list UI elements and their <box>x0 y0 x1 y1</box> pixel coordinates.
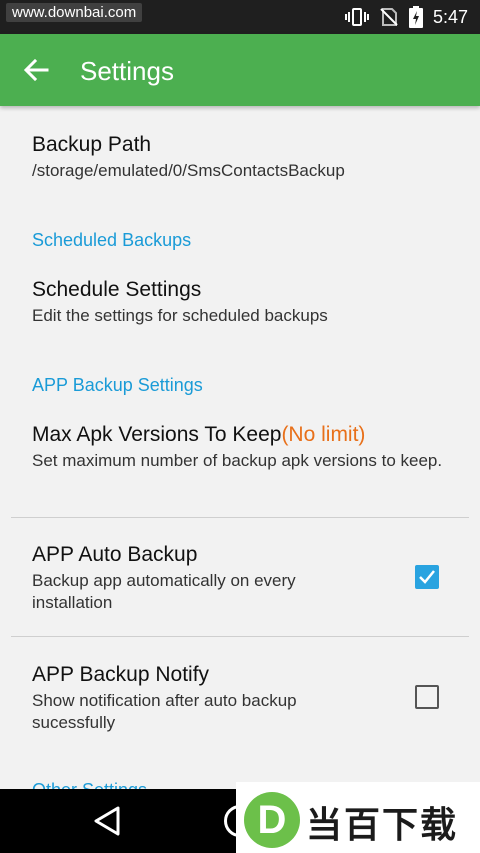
category-app-backup-settings: APP Backup Settings <box>32 375 203 395</box>
vibrate-icon <box>344 8 369 26</box>
backup-path-summary: /storage/emulated/0/SmsContactsBackup <box>32 161 345 180</box>
app-auto-backup-item[interactable]: APP Auto Backup Backup app automatically… <box>32 542 372 614</box>
brand-logo: D <box>244 792 300 848</box>
divider <box>11 636 469 637</box>
schedule-settings-summary: Edit the settings for scheduled backups <box>32 306 328 325</box>
status-bar: www.downbai.com 5:47 <box>0 0 480 34</box>
brand-text: 当百下载 <box>306 804 459 845</box>
no-sim-icon <box>380 8 398 26</box>
app-bar: Settings <box>0 34 480 106</box>
max-apk-label: Max Apk Versions To Keep <box>32 423 282 446</box>
back-triangle-icon[interactable] <box>92 805 122 837</box>
max-apk-versions-item[interactable]: Max Apk Versions To Keep(No limit) Set m… <box>32 422 452 472</box>
category-other-settings: Other Settings <box>32 780 147 789</box>
app-auto-backup-summary: Backup app automatically on every instal… <box>32 571 296 612</box>
arrow-left-icon <box>23 59 49 81</box>
app-backup-notify-checkbox[interactable] <box>415 685 439 709</box>
schedule-settings-title: Schedule Settings <box>32 278 202 301</box>
max-apk-versions-summary: Set maximum number of backup apk version… <box>32 451 443 470</box>
back-button[interactable] <box>18 52 54 88</box>
brand-watermark: D 当百下载 <box>236 782 480 853</box>
battery-charging-icon <box>408 6 423 28</box>
backup-path-item[interactable]: Backup Path /storage/emulated/0/SmsConta… <box>32 132 452 182</box>
category-scheduled-backups: Scheduled Backups <box>32 230 192 250</box>
app-backup-notify-title: APP Backup Notify <box>32 663 210 686</box>
schedule-settings-item[interactable]: Schedule Settings Edit the settings for … <box>32 277 452 327</box>
app-auto-backup-title: APP Auto Backup <box>32 543 198 566</box>
settings-list[interactable]: Backup Path /storage/emulated/0/SmsConta… <box>0 106 480 789</box>
divider <box>11 517 469 518</box>
app-auto-backup-checkbox[interactable] <box>415 565 439 589</box>
site-watermark: www.downbai.com <box>6 3 143 22</box>
app-backup-notify-item[interactable]: APP Backup Notify Show notification afte… <box>32 662 372 734</box>
status-time: 5:47 <box>432 6 468 27</box>
backup-path-title: Backup Path <box>32 133 152 156</box>
page-title: Settings <box>80 56 174 86</box>
status-icons: 5:47 <box>344 6 468 28</box>
checkmark-icon <box>419 570 435 584</box>
max-apk-versions-title: Max Apk Versions To Keep(No limit) <box>32 422 452 448</box>
max-apk-value: (No limit) <box>281 423 366 446</box>
app-backup-notify-summary: Show notification after auto backup suce… <box>32 691 297 732</box>
